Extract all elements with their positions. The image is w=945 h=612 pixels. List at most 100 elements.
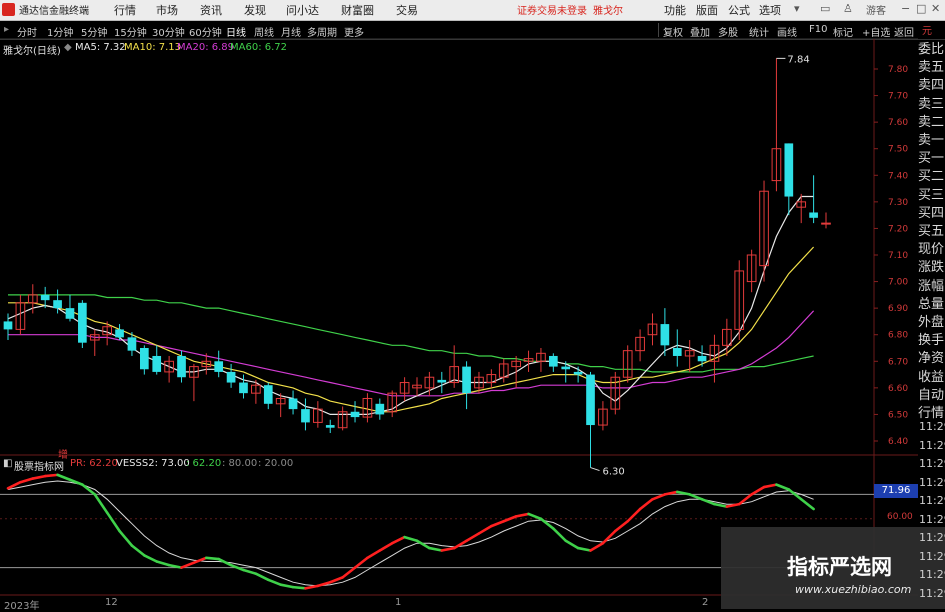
candle-body-down xyxy=(65,308,75,319)
indicator-pr-segment xyxy=(514,512,530,518)
indicator-pr-segment xyxy=(328,576,344,584)
trade-time-1: 11:29 xyxy=(919,438,945,452)
indicator-pr-segment xyxy=(266,578,282,586)
indicator-pr-segment xyxy=(452,539,468,550)
time-label-2023: 2023年 xyxy=(4,601,40,612)
watermark-url: www.xuezhibiao.com xyxy=(795,583,912,596)
indicator-pr-segment xyxy=(130,544,146,557)
indicator-current-value: 71.96 xyxy=(874,484,918,498)
indicator-pr-segment xyxy=(527,512,543,521)
candle-body-down xyxy=(809,212,818,218)
candle-body-down xyxy=(40,294,50,301)
indicator-pr-segment xyxy=(254,572,270,582)
indicator-pr-segment xyxy=(415,539,431,550)
candle-body-down xyxy=(573,371,583,375)
indicator-pr-segment xyxy=(291,585,307,590)
price-tick-label: 6.60 xyxy=(888,384,908,394)
indicator-pr-segment xyxy=(428,546,444,552)
indicator-level-label: 60.00 xyxy=(887,512,913,522)
indicator-pr-segment xyxy=(576,546,592,552)
indicator-pr-segment xyxy=(205,556,220,561)
candle-body-down xyxy=(437,379,447,383)
indicator-pr: PR: 62.20 xyxy=(70,458,118,469)
indicator-pr-segment xyxy=(366,549,382,560)
indicator-pr-segment xyxy=(589,541,605,552)
candle-body-down xyxy=(462,366,471,394)
indicator-pr-segment xyxy=(155,560,171,567)
candle-body-down xyxy=(672,348,682,356)
indicator-pr-segment xyxy=(93,493,109,515)
indicator-vesss2: VESSS2: 73.00 xyxy=(116,458,190,469)
candle-body-down xyxy=(226,371,236,383)
indicator-pr-segment xyxy=(713,502,729,508)
candle-body-down xyxy=(53,300,62,309)
price-tick-label: 7.00 xyxy=(888,278,908,288)
indicator-pr-segment xyxy=(31,474,47,480)
trade-time-8: 11:29 xyxy=(919,568,945,581)
quote-side-panel: 委比 卖五 卖四 卖三 卖二 卖一 买一 买二 买三 买四 买五 现价 涨跌 涨幅 总量 外盘 换手 净资 收益 自动… xyxy=(918,38,945,422)
indicator-pr-segment xyxy=(19,477,35,484)
candle-body-down xyxy=(115,329,124,338)
indicator-pr-segment xyxy=(651,493,667,501)
indicator-pr-segment xyxy=(564,539,580,550)
time-label-12: 12 xyxy=(105,597,118,608)
ma20-line xyxy=(8,310,815,397)
candle-body-down xyxy=(784,143,794,197)
candle-body-down xyxy=(375,403,385,415)
indicator-pr-segment xyxy=(688,493,704,501)
price-tick-label: 6.70 xyxy=(888,357,908,367)
indicator-pr-segment xyxy=(403,535,419,543)
indicator-name[interactable]: 股票指标网 xyxy=(14,458,64,473)
indicator-pr-segment xyxy=(81,483,97,496)
trade-time-5: 11:29 xyxy=(919,512,945,526)
candle-body-down xyxy=(561,366,571,370)
price-tick-label: 7.80 xyxy=(888,65,908,75)
indicator-pr-segment xyxy=(341,566,357,579)
price-tick-label: 7.50 xyxy=(888,145,908,155)
price-tick-label: 6.50 xyxy=(888,410,908,420)
indicator-pr-segment xyxy=(465,532,481,543)
candle-body-down xyxy=(263,385,273,404)
indicator-settings-icon[interactable]: ◧ xyxy=(3,458,12,469)
candle-body-down xyxy=(288,398,298,410)
candle-body-up xyxy=(821,222,831,225)
candle-body-down xyxy=(548,355,558,367)
kline-chart[interactable]: 7.80 7.70 7.60 7.50 7.40 7.30 7.20 7.10 7.00 6.90… xyxy=(0,0,945,609)
candle-body-down xyxy=(586,374,595,426)
candle-body-down xyxy=(127,337,137,351)
price-tick-label: 7.10 xyxy=(888,251,908,261)
indicator-pr-segment xyxy=(43,473,59,478)
indicator-pr-segment xyxy=(279,583,295,589)
indicator-pr-segment xyxy=(143,554,159,563)
ma10-line xyxy=(8,246,815,413)
indicator-pr-segment xyxy=(105,511,121,533)
price-tick-label: 7.70 xyxy=(888,92,908,102)
indicator-line5: : 20.00 xyxy=(258,458,294,469)
candle-body-down xyxy=(325,425,335,428)
trade-time-6: 11:29 xyxy=(919,531,945,544)
candle-body-down xyxy=(214,361,224,372)
watermark-brand: 指标严选网 xyxy=(787,555,892,579)
indicator-pr-segment xyxy=(242,568,258,576)
indicator-pr-segment xyxy=(614,519,629,533)
indicator-pr-segment xyxy=(378,541,394,552)
low-marker-label: 6.30 xyxy=(603,467,625,478)
time-label-1: 1 xyxy=(395,597,402,608)
indicator-zeng-label: 增 xyxy=(58,450,68,461)
indicator-pr-segment xyxy=(638,497,654,511)
price-tick-label: 6.90 xyxy=(888,304,908,314)
trade-time-3: 11:29 xyxy=(919,475,945,489)
candle-body-down xyxy=(152,355,162,372)
indicator-pr-segment xyxy=(118,529,134,547)
indicator-pr-segment xyxy=(390,535,406,545)
trade-time-0: 11:29 xyxy=(919,420,945,433)
indicator-pr-segment xyxy=(353,556,369,569)
trade-time-7: 11:29 xyxy=(919,549,945,563)
indicator-pr-segment xyxy=(799,497,815,511)
candle-body-down xyxy=(660,324,670,346)
indicator-pr-segment xyxy=(56,473,72,482)
price-tick-label: 7.40 xyxy=(888,171,908,181)
indicator-pr-segment xyxy=(304,584,320,590)
high-marker-label: 7.84 xyxy=(787,54,809,65)
indicator-pr-segment xyxy=(626,507,642,523)
